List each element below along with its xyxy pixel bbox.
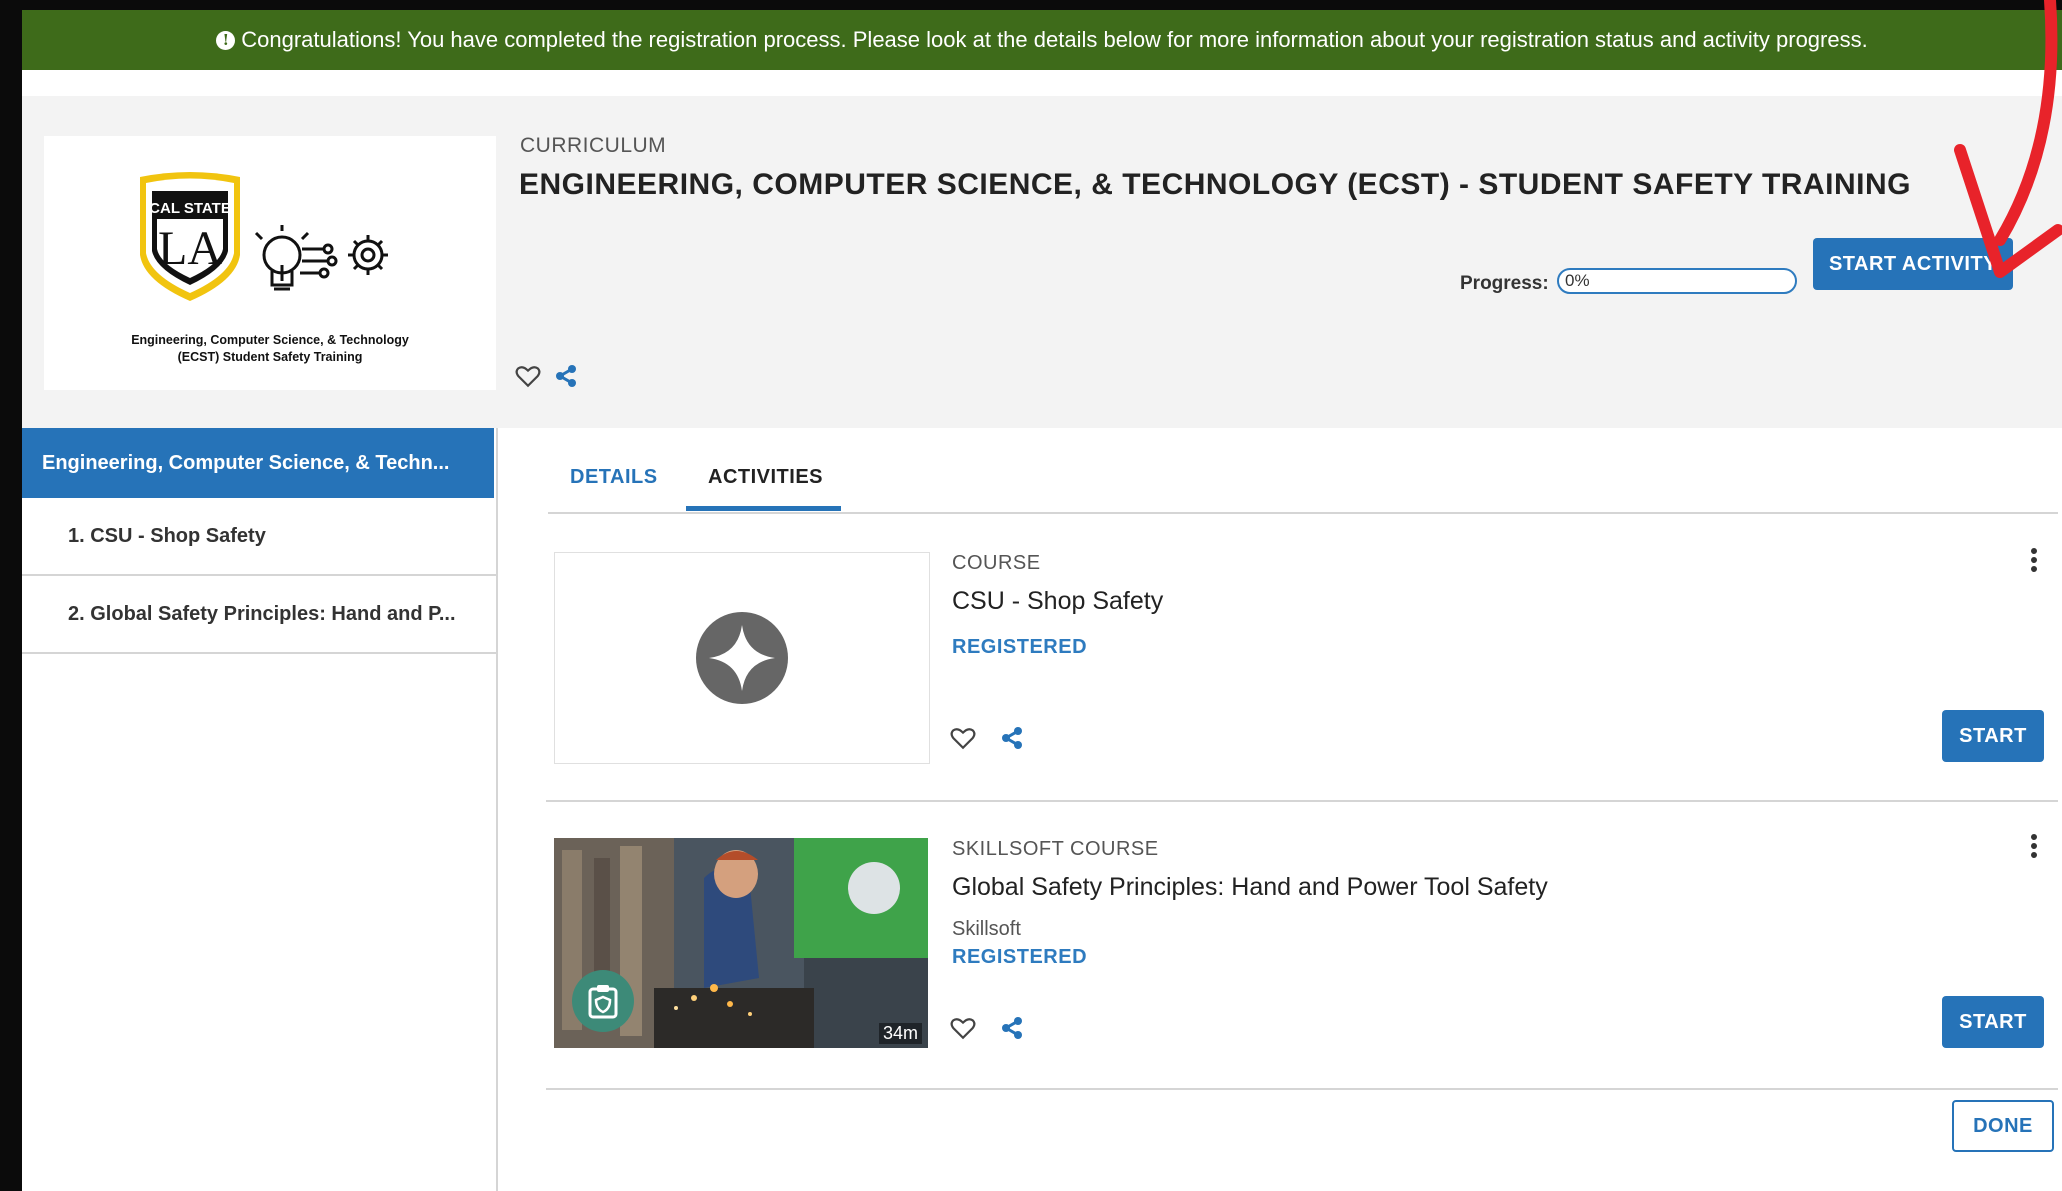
favorite-heart-icon[interactable]	[950, 726, 976, 755]
logo-cal-state-text: CAL STATE	[149, 200, 231, 217]
registration-status: REGISTERED	[952, 946, 1088, 968]
assessment-badge-icon	[572, 970, 634, 1032]
registration-status: REGISTERED	[952, 636, 1088, 658]
tab-activities[interactable]: ACTIVITIES	[708, 466, 823, 489]
tab-bar: DETAILS ACTIVITIES	[548, 428, 2058, 514]
activity-type: COURSE	[952, 552, 1041, 574]
share-icon[interactable]	[1000, 1016, 1024, 1045]
provider-name: Skillsoft	[952, 918, 1021, 940]
curriculum-header: CAL STATE LA Engineering, Computer Scien…	[22, 96, 2062, 428]
duration-label: 34m	[878, 1023, 922, 1044]
logo-caption-line1: Engineering, Computer Science, & Technol…	[131, 333, 409, 347]
start-button[interactable]: START	[1942, 710, 2044, 762]
success-banner: ! Congratulations! You have completed th…	[22, 10, 2062, 70]
curriculum-type-label: CURRICULUM	[520, 134, 667, 157]
activity-title[interactable]: Global Safety Principles: Hand and Power…	[952, 873, 1548, 902]
window-frame-top	[0, 0, 2062, 10]
share-icon[interactable]	[1000, 726, 1024, 755]
activity-card: COURSE CSU - Shop Safety REGISTERED STAR…	[546, 540, 2058, 802]
favorite-heart-icon[interactable]	[515, 364, 541, 393]
sidebar-item-shop-safety[interactable]: 1. CSU - Shop Safety	[22, 498, 496, 576]
course-placeholder-thumbnail[interactable]	[554, 552, 930, 764]
progress-bar: 0%	[1557, 268, 1797, 294]
curriculum-title: ENGINEERING, COMPUTER SCIENCE, & TECHNOL…	[519, 168, 1911, 201]
cal-state-la-shield-logo: CAL STATE LA	[132, 169, 422, 334]
curriculum-sidebar: Engineering, Computer Science, & Techn..…	[22, 428, 498, 1191]
window-frame-left	[0, 0, 22, 1191]
course-photo-thumbnail[interactable]: 34m	[554, 838, 928, 1048]
logo-la-text: LA	[158, 222, 222, 275]
activity-card: 34m SKILLSOFT COURSE Global Safety Princ…	[546, 802, 2058, 1090]
curriculum-logo: CAL STATE LA Engineering, Computer Scien…	[44, 136, 496, 390]
more-options-icon[interactable]	[2024, 548, 2044, 572]
progress-label: Progress:	[1460, 273, 1549, 294]
logo-caption-line2: (ECST) Student Safety Training	[177, 350, 363, 364]
progress-percent: 0%	[1565, 271, 1590, 290]
tab-details[interactable]: DETAILS	[570, 466, 658, 489]
activity-title[interactable]: CSU - Shop Safety	[952, 587, 1163, 616]
info-icon: !	[216, 30, 236, 50]
sidebar-item-curriculum[interactable]: Engineering, Computer Science, & Techn..…	[22, 428, 494, 498]
banner-message: Congratulations! You have completed the …	[241, 27, 1868, 52]
activity-type: SKILLSOFT COURSE	[952, 838, 1159, 860]
annotation-arrow-icon	[1954, 0, 2062, 278]
logo-caption: Engineering, Computer Science, & Technol…	[44, 332, 496, 366]
start-button[interactable]: START	[1942, 996, 2044, 1048]
favorite-heart-icon[interactable]	[950, 1016, 976, 1045]
share-icon[interactable]	[554, 364, 578, 393]
done-button[interactable]: DONE	[1952, 1100, 2054, 1152]
more-options-icon[interactable]	[2024, 834, 2044, 858]
sidebar-item-global-safety[interactable]: 2. Global Safety Principles: Hand and P.…	[22, 576, 496, 654]
active-tab-indicator	[686, 506, 841, 511]
